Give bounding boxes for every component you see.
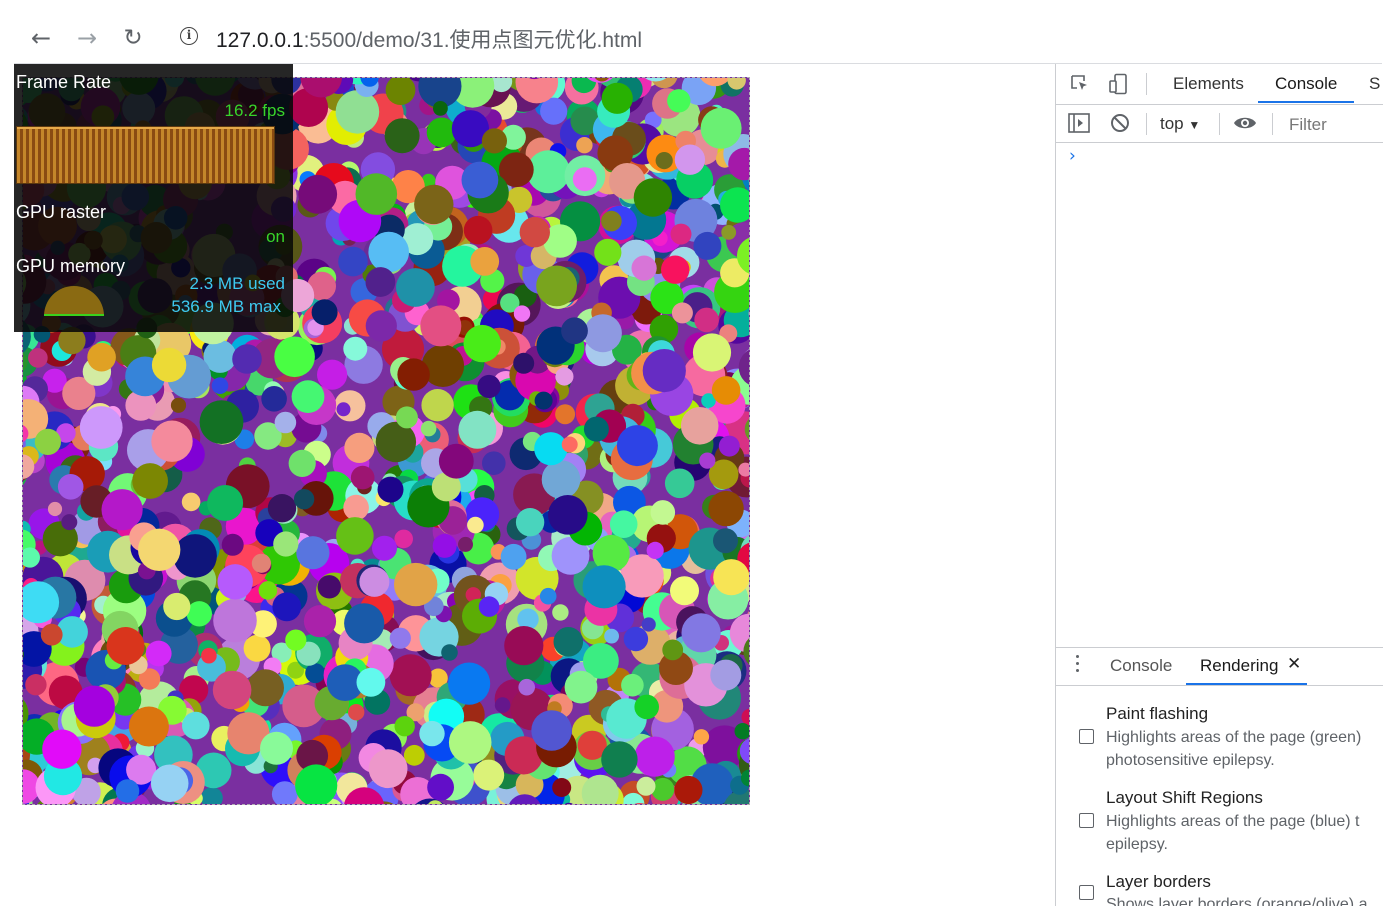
reload-icon[interactable]: ↻ [118,23,148,53]
option-title: Layer borders [1106,872,1211,891]
drawer-tabbar: Console Rendering ✕ [1056,647,1383,686]
fps-meter-overlay: Frame Rate 16.2 fps GPU raster on GPU me… [14,64,293,332]
tab-elements[interactable]: Elements [1173,74,1244,94]
option-desc: Highlights areas of the page (green) [1106,729,1362,746]
frame-rate-label: Frame Rate [16,72,112,92]
option-title: Paint flashing [1106,704,1209,723]
back-arrow-icon[interactable]: ← [26,23,56,53]
live-expression-eye-icon[interactable] [1233,114,1257,132]
option-desc: epilepsy. [1106,836,1168,853]
context-select[interactable]: top ▼ [1160,114,1200,134]
gpu-memory-label: GPU memory [16,256,126,276]
layer-borders-checkbox[interactable] [1079,885,1094,900]
fps-value: 16.2 fps [224,101,286,120]
gpu-raster-value: on [266,227,285,246]
close-icon[interactable]: ✕ [1287,654,1301,674]
more-vertical-icon[interactable] [1076,655,1080,676]
drawer-tab-rendering[interactable]: Rendering [1200,656,1278,676]
drawer-tab-console[interactable]: Console [1110,656,1172,676]
devtools-panel: Elements Console S top ▼ Filter › Consol… [1055,64,1383,906]
option-desc: Shows layer borders (orange/olive) a [1106,896,1368,906]
gpu-memory-used: 2.3 MB used [189,274,285,293]
clear-console-icon[interactable] [1110,113,1130,133]
site-info-icon[interactable]: i [180,27,198,45]
dropdown-caret-icon: ▼ [1188,118,1201,132]
gpu-memory-gauge [44,286,104,316]
device-toolbar-icon[interactable] [1108,73,1130,95]
console-filter-input[interactable]: Filter [1289,115,1327,135]
paint-flashing-checkbox[interactable] [1079,729,1094,744]
sidebar-toggle-icon[interactable] [1068,113,1090,133]
gpu-memory-max: 536.9 MB max [171,297,281,316]
inspect-element-icon[interactable] [1070,74,1090,94]
url-path: :5500/demo/31.使用点图元优化.html [303,29,643,52]
tab-sources[interactable]: S [1369,74,1380,94]
forward-arrow-icon[interactable]: → [72,23,102,53]
url-host: 127.0.0.1 [216,29,304,52]
tab-console[interactable]: Console [1275,74,1337,94]
console-prompt-icon[interactable]: › [1069,146,1076,166]
option-desc: photosensitive epilepsy. [1106,752,1275,769]
devtools-tabbar: Elements Console S [1056,64,1383,105]
option-desc: Highlights areas of the page (blue) t [1106,813,1360,830]
context-select-value: top [1160,114,1184,133]
gpu-raster-label: GPU raster [16,202,107,222]
fps-history-bar [16,126,275,184]
browser-toolbar: ← → ↻ i 127.0.0.1:5500/demo/31.使用点图元优化.h… [14,14,1382,64]
page-content: Frame Rate 16.2 fps GPU raster on GPU me… [14,64,1055,906]
console-toolbar: top ▼ Filter [1056,105,1383,143]
option-title: Layout Shift Regions [1106,788,1263,807]
address-bar[interactable]: 127.0.0.1:5500/demo/31.使用点图元优化.html [216,24,642,54]
layout-shift-checkbox[interactable] [1079,813,1094,828]
